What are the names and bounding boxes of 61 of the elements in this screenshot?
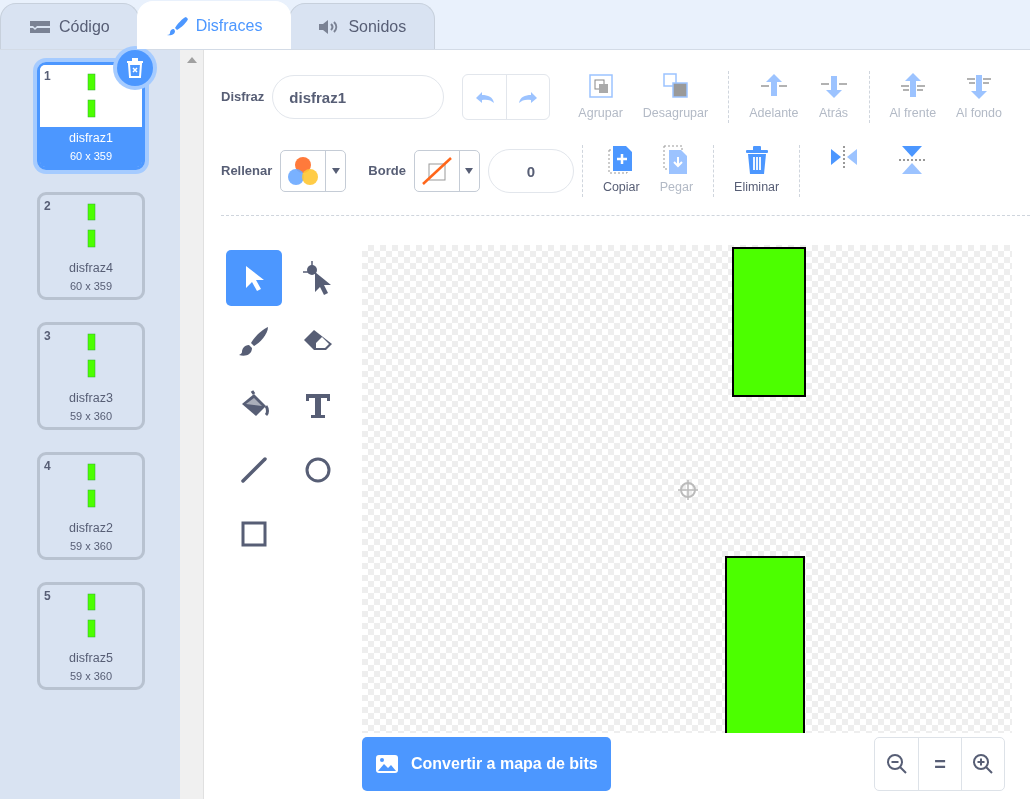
caret-icon	[465, 168, 474, 174]
tab[interactable]: Código	[0, 3, 139, 49]
costume-card[interactable]: 5 disfraz5 59 x 360	[37, 582, 145, 690]
zoom-reset-button[interactable]: =	[918, 738, 961, 790]
costume-name: disfraz5	[69, 650, 113, 667]
costume-name: disfraz3	[69, 390, 113, 407]
convert-bitmap-button[interactable]: Convertir a mapa de bits	[362, 737, 611, 791]
flip-vertical-icon	[898, 145, 927, 176]
text-tool-icon	[304, 392, 332, 420]
delete-button[interactable]	[117, 50, 153, 86]
costume-number: 4	[44, 458, 51, 475]
brush-icon	[238, 326, 270, 358]
tool-button[interactable]	[226, 250, 282, 306]
costume-number: 3	[44, 328, 51, 345]
outline-color-picker[interactable]	[413, 150, 480, 192]
costume-name: disfraz2	[69, 520, 113, 537]
outline-width-field[interactable]: 0	[487, 149, 574, 193]
scroll-up-icon	[186, 56, 197, 64]
costume-thumbnail	[85, 73, 97, 119]
tab[interactable]: Sonidos	[289, 3, 436, 49]
toolbar-button[interactable]: Copiar	[596, 145, 646, 197]
costume-name-field[interactable]: disfraz1	[272, 75, 445, 119]
no-color-icon	[420, 156, 453, 186]
caret-icon	[331, 168, 340, 174]
costume-number: 1	[44, 68, 51, 85]
costume-number: 5	[44, 588, 51, 605]
paste-icon	[663, 145, 690, 176]
costume-size: 60 x 359	[69, 148, 113, 164]
costume-number: 2	[44, 198, 51, 215]
toolbar-button[interactable]: Eliminar	[728, 145, 786, 197]
trash-icon	[126, 58, 144, 78]
outline-label: Borde	[368, 162, 406, 181]
costume-thumbnail	[85, 593, 97, 639]
blocks-icon	[29, 18, 51, 35]
costume-label: Disfraz	[221, 88, 265, 107]
costume-size: 60 x 359	[69, 278, 113, 294]
redo-icon	[517, 90, 540, 104]
zoom-in-icon	[972, 753, 994, 775]
flip-horizontal-icon	[830, 145, 859, 170]
circle-tool-icon	[304, 456, 332, 484]
crosshair-icon	[677, 479, 699, 501]
costume-thumbnail	[85, 463, 97, 509]
tab[interactable]: Disfraces	[136, 1, 292, 49]
fill-label: Rellenar	[221, 162, 273, 181]
costume-name: disfraz1	[69, 130, 113, 147]
costume-name: disfraz4	[69, 260, 113, 277]
fill-color-picker[interactable]	[280, 150, 347, 192]
image-icon	[375, 754, 399, 774]
costume-thumbnail	[85, 203, 97, 249]
costume-card[interactable]: 2 disfraz4 60 x 359	[37, 192, 145, 300]
line-tool-icon	[240, 456, 268, 484]
costume-size: 59 x 360	[69, 538, 113, 554]
copy-icon	[608, 145, 635, 176]
rectangle-tool-icon	[240, 520, 268, 548]
costume-thumbnail	[85, 333, 97, 379]
costume-size: 59 x 360	[69, 668, 113, 684]
zoom-out-icon	[885, 753, 908, 775]
costume-card[interactable]: 4 disfraz2 59 x 360	[37, 452, 145, 560]
costume-size: 59 x 360	[69, 408, 113, 424]
costume-card[interactable]: 3 disfraz3 59 x 360	[37, 322, 145, 430]
color-mix-icon	[287, 156, 320, 186]
